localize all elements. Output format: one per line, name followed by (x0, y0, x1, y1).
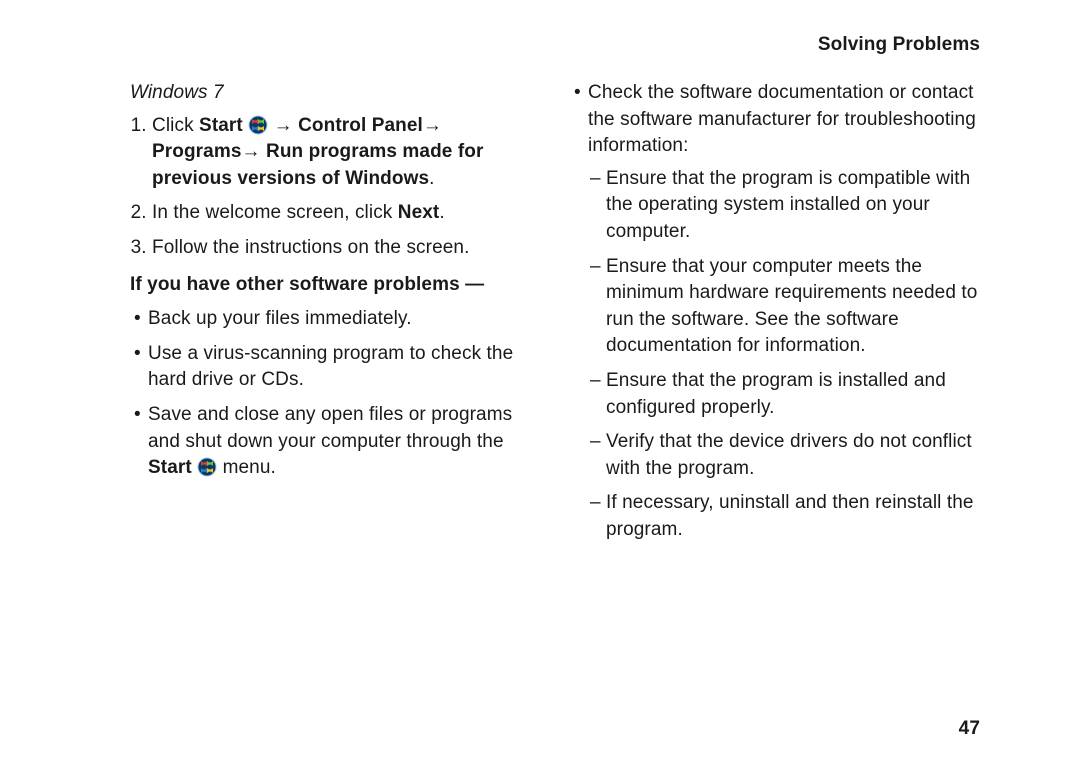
right-column: Check the software documentation or cont… (570, 80, 980, 552)
b3-start: Start (148, 457, 192, 478)
bullet-check-docs: Check the software documentation or cont… (570, 80, 980, 544)
dash-compatible: Ensure that the program is compatible wi… (588, 166, 980, 246)
step-1: Click Start → Control Panel→ Programs→ R… (152, 113, 540, 193)
step-2: In the welcome screen, click Next. (152, 200, 540, 227)
step2-period: . (439, 202, 444, 223)
step1-start: Start (199, 115, 243, 136)
windows-start-orb-icon (248, 115, 268, 135)
bullet-virus-scan: Use a virus-scanning program to check th… (130, 341, 540, 394)
step1-programs: Programs (152, 141, 242, 162)
step1-cp: Control Panel (298, 115, 423, 136)
step1-arrow3: → (242, 141, 266, 162)
os-heading: Windows 7 (130, 80, 540, 107)
step1-arrow2: → (423, 115, 442, 136)
section-header: Solving Problems (818, 34, 980, 56)
b3-pre: Save and close any open files or program… (148, 404, 512, 452)
step2-pre: In the welcome screen, click (152, 202, 398, 223)
dash-reinstall: If necessary, uninstall and then reinsta… (588, 490, 980, 543)
bullet-save-close: Save and close any open files or program… (130, 402, 540, 482)
right-dashes: Ensure that the program is compatible wi… (588, 166, 980, 544)
dash-drivers: Verify that the device drivers do not co… (588, 429, 980, 482)
step2-next: Next (398, 202, 440, 223)
b3-post: menu. (223, 457, 276, 478)
dash-hardware: Ensure that your computer meets the mini… (588, 254, 980, 360)
page-number: 47 (959, 718, 980, 740)
right-bullets: Check the software documentation or cont… (570, 80, 980, 544)
step1-period: . (429, 168, 434, 189)
dash-installed: Ensure that the program is installed and… (588, 368, 980, 421)
bullet-backup: Back up your files immediately. (130, 306, 540, 333)
left-bullets: Back up your files immediately. Use a vi… (130, 306, 540, 482)
step1-arrow1: → (274, 115, 298, 136)
right-lead: Check the software documentation or cont… (588, 82, 976, 156)
content-columns: Windows 7 Click Start → Cont (130, 80, 980, 552)
left-column: Windows 7 Click Start → Cont (130, 80, 540, 552)
windows-start-orb-icon (197, 457, 217, 477)
step-3: Follow the instructions on the screen. (152, 235, 540, 262)
document-page: Solving Problems Windows 7 Click Start (0, 0, 1080, 766)
other-problems-subhead: If you have other software problems — (130, 272, 540, 299)
steps-list: Click Start → Control Panel→ Programs→ R… (130, 113, 540, 262)
step1-pre: Click (152, 115, 199, 136)
